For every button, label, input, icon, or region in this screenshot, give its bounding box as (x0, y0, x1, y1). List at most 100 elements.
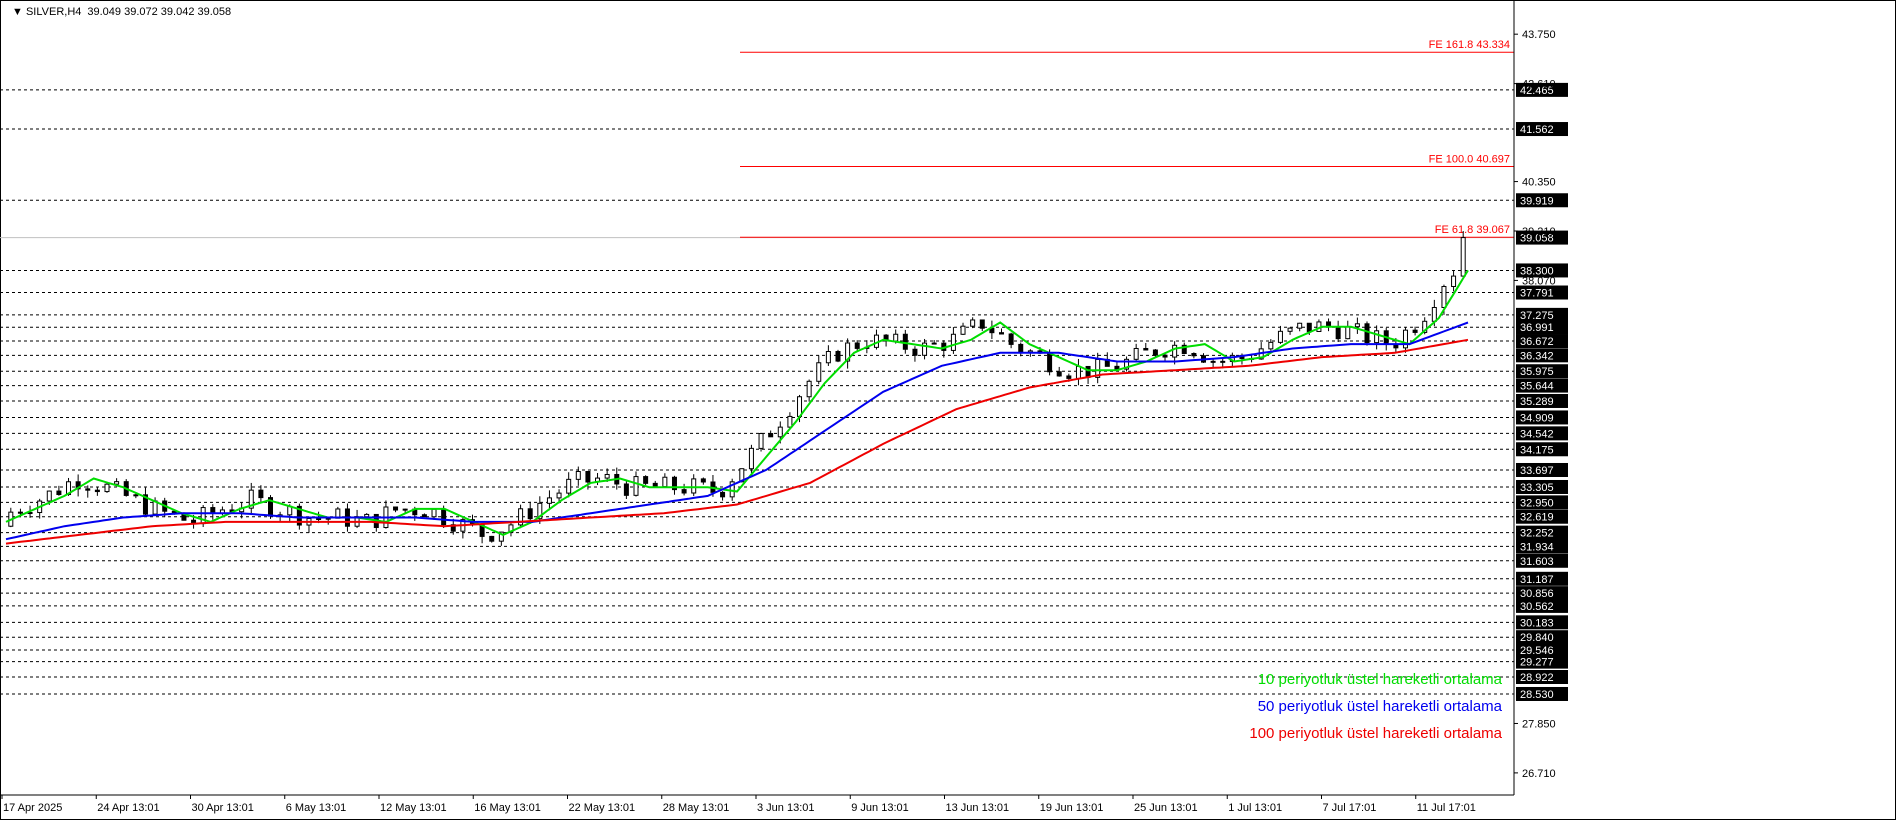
candle-body (912, 348, 918, 356)
candle-body (1441, 286, 1447, 308)
candle-body (566, 478, 572, 494)
time-tick-label: 22 May 13:01 (569, 802, 636, 814)
candle-body (1066, 375, 1072, 379)
chart-frame (0, 0, 1896, 820)
level-label: 36.672 (1520, 336, 1554, 348)
level-label: 29.840 (1520, 632, 1554, 644)
level-label: 28.922 (1520, 672, 1554, 684)
time-tick-label: 1 Jul 13:01 (1228, 802, 1282, 814)
candle-body (825, 350, 831, 364)
candle-body (960, 325, 966, 335)
level-label: 36.342 (1520, 350, 1554, 362)
price-tick-label: 27.850 (1522, 718, 1556, 730)
price-tick-label: 38.070 (1522, 275, 1556, 287)
level-label: 31.187 (1520, 574, 1554, 586)
candle-body (700, 478, 706, 483)
candle-body (104, 483, 110, 493)
candle-body (835, 350, 841, 362)
candle-body (1018, 343, 1024, 353)
candle-body (1143, 347, 1149, 351)
legend: 10 periyotluk üstel hareketli ortalama 50… (1249, 671, 1502, 742)
candle-body (681, 489, 687, 494)
level-label: 41.562 (1520, 124, 1554, 136)
legend-entry: 10 periyotluk üstel hareketli ortalama (1258, 671, 1503, 688)
candle-body (393, 506, 399, 511)
candle-body (854, 342, 860, 349)
level-label: 36.991 (1520, 322, 1554, 334)
time-tick-label: 25 Jun 13:01 (1134, 802, 1198, 814)
candle-body (56, 490, 62, 496)
candle-body (1220, 360, 1226, 363)
candle-body (1412, 329, 1418, 333)
candle-body (806, 380, 812, 398)
level-label: 35.644 (1520, 381, 1554, 393)
candle-body (1075, 365, 1081, 379)
level-label: 30.183 (1520, 617, 1554, 629)
candle-body (1162, 354, 1168, 358)
candle-body (1133, 347, 1139, 360)
time-tick-label: 11 Jul 17:01 (1417, 802, 1476, 814)
level-label: 34.909 (1520, 412, 1554, 424)
candle-body (1085, 365, 1091, 378)
candle-body (662, 476, 668, 488)
time-tick-label: 30 Apr 13:01 (192, 802, 254, 814)
level-label: 34.542 (1520, 428, 1554, 440)
candle-body (1402, 329, 1408, 349)
level-label: 35.975 (1520, 366, 1554, 378)
candle-body (1047, 352, 1053, 373)
candle-body (748, 447, 754, 470)
candle-body (768, 433, 774, 438)
price-tick-label: 43.750 (1522, 29, 1556, 41)
candle-body (1345, 326, 1351, 340)
level-label: 32.252 (1520, 528, 1554, 540)
header-ohlc: 39.049 39.072 39.042 39.058 (87, 6, 231, 18)
candle-body (527, 508, 533, 520)
level-label: 37.791 (1520, 288, 1554, 300)
time-tick-label: 3 Jun 13:01 (757, 802, 815, 814)
legend-entry: 50 periyotluk üstel hareketli ortalama (1258, 698, 1503, 715)
candle-body (1451, 275, 1457, 288)
candle-body (585, 471, 591, 483)
candle-body (546, 497, 552, 504)
candle-body (999, 332, 1005, 335)
candle-body (604, 473, 610, 479)
candle-body (200, 507, 206, 525)
candle-body (1306, 322, 1312, 332)
time-tick-label: 9 Jun 13:01 (851, 802, 909, 814)
level-label: 33.697 (1520, 465, 1554, 477)
time-tick-label: 16 May 13:01 (474, 802, 541, 814)
price-tick-label: 39.210 (1522, 226, 1556, 238)
fe-label: FE 61.8 39.067 (1435, 224, 1510, 236)
candle-body (1008, 333, 1014, 345)
legend-entry: 100 periyotluk üstel hareketli ortalama (1249, 725, 1502, 742)
candle-body (816, 362, 822, 382)
candle-body (1460, 237, 1466, 277)
candle-body (623, 483, 629, 496)
candle-body (46, 490, 52, 502)
time-tick-label: 13 Jun 13:01 (946, 802, 1010, 814)
candle-body (364, 513, 370, 518)
candle-body (1268, 341, 1274, 350)
fe-label: FE 100.0 40.697 (1429, 154, 1510, 166)
candle-body (258, 489, 264, 499)
candle-body (1056, 371, 1062, 377)
time-tick-label: 7 Jul 17:01 (1323, 802, 1377, 814)
candle-body (1335, 326, 1341, 340)
candle-body (1210, 360, 1216, 363)
level-label: 32.950 (1520, 497, 1554, 509)
fe-label: FE 161.8 43.334 (1429, 39, 1510, 51)
candle-body (85, 488, 91, 491)
time-tick-label: 12 May 13:01 (380, 802, 447, 814)
candle-body (402, 508, 408, 511)
level-label: 33.305 (1520, 482, 1554, 494)
candle-body (575, 471, 581, 480)
candle-body (1287, 327, 1293, 332)
price-tick-label: 40.350 (1522, 177, 1556, 189)
level-label: 32.619 (1520, 512, 1554, 524)
price-tick-label: 26.710 (1522, 768, 1556, 780)
candle-body (133, 494, 139, 497)
candle-body (893, 333, 899, 342)
candle-body (1431, 306, 1437, 322)
level-label: 31.603 (1520, 556, 1554, 568)
level-label: 31.934 (1520, 541, 1554, 553)
